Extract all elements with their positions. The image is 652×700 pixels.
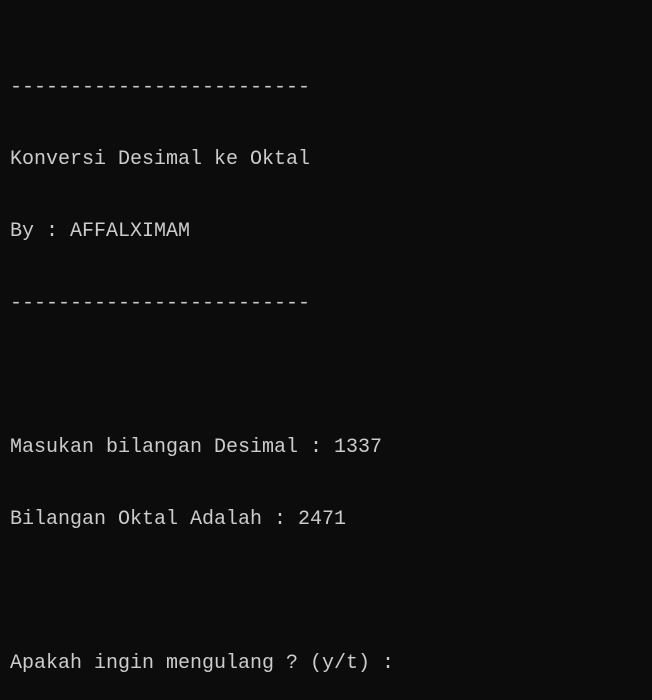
separator-bottom: ------------------------- xyxy=(10,292,311,315)
console-output[interactable]: ------------------------- Konversi Desim… xyxy=(10,28,406,700)
decimal-input-line: Masukan bilangan Desimal : 1337 xyxy=(10,436,383,459)
octal-result-line: Bilangan Oktal Adalah : 2471 xyxy=(10,508,347,531)
author-line: By : AFFALXIMAM xyxy=(10,220,191,243)
program-title: Konversi Desimal ke Oktal xyxy=(10,148,311,171)
repeat-prompt[interactable]: Apakah ingin mengulang ? (y/t) : xyxy=(10,652,406,676)
separator-top: ------------------------- xyxy=(10,76,311,99)
